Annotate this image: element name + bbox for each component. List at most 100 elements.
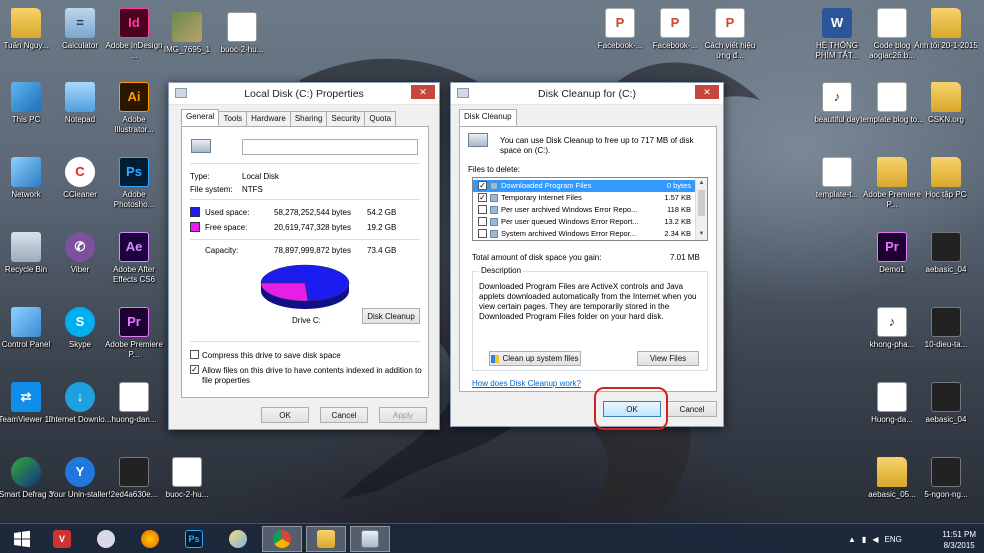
divider	[190, 163, 420, 164]
vid-icon	[119, 457, 149, 487]
cleanup-drive-icon	[468, 133, 488, 147]
desktop-icon[interactable]: aebasic_04	[914, 232, 978, 275]
windows-icon	[14, 530, 30, 548]
files-list[interactable]: ✓ Downloaded Program Files 0 bytes ✓ Tempora…	[472, 177, 708, 241]
ps-icon: Ps	[119, 157, 149, 187]
clean-up-system-files-button[interactable]: Clean up system files	[489, 351, 581, 366]
desktop-icon[interactable]: huong-dan...	[102, 382, 166, 425]
file-type-icon	[490, 218, 498, 226]
desktop-icon-label: Adobe Premiere P...	[105, 340, 163, 359]
file-row[interactable]: ✓ Downloaded Program Files 0 bytes	[473, 180, 695, 192]
note-icon	[65, 82, 95, 112]
properties-titlebar[interactable]: Local Disk (C:) Properties ✕	[169, 83, 439, 105]
tab-tools[interactable]: Tools	[218, 111, 248, 126]
photo-icon	[172, 12, 202, 42]
file-checkbox[interactable]	[478, 217, 487, 226]
cleanup-titlebar[interactable]: Disk Cleanup for (C:) ✕	[451, 83, 723, 105]
ok-button[interactable]: OK	[261, 407, 309, 423]
file-name: Temporary Internet Files	[501, 193, 582, 202]
desktop-icon[interactable]: Ai Adobe Illustrator...	[102, 82, 166, 135]
desktop-icon[interactable]: P Cách viết hiệu ứng đ...	[698, 8, 762, 61]
cancel-button[interactable]: Cancel	[667, 401, 717, 417]
desktop-icon[interactable]: buoc-2-hu...	[155, 457, 219, 500]
tab-security[interactable]: Security	[326, 111, 366, 126]
cancel-button[interactable]: Cancel	[320, 407, 368, 423]
fs-label: File system:	[190, 185, 233, 194]
tab-quota[interactable]: Quota	[364, 111, 397, 126]
desktop-icon[interactable]: buoc-2-hu...	[210, 12, 274, 55]
close-icon[interactable]: ✕	[695, 85, 719, 99]
desktop-icon[interactable]: CSKN.org	[914, 82, 978, 125]
scroll-down-icon[interactable]: ▼	[696, 229, 707, 240]
tab-general[interactable]: General	[181, 109, 220, 126]
taskbar-paint[interactable]	[218, 526, 258, 552]
network-icon[interactable]: ▮	[862, 535, 866, 544]
pc-icon	[11, 82, 41, 112]
mp3-icon: ♪	[822, 82, 852, 112]
taskbar-unikey[interactable]: V	[42, 526, 82, 552]
folder-icon	[11, 8, 41, 38]
files-scrollbar[interactable]: ▲ ▼	[695, 178, 707, 240]
start-button[interactable]	[2, 526, 42, 552]
file-checkbox[interactable]: ✓	[478, 181, 487, 190]
tv-icon: ⇄	[11, 382, 41, 412]
description-group: Description Downloaded Program Files are…	[472, 266, 708, 371]
desktop-icon[interactable]: aebasic_04	[914, 382, 978, 425]
taskbar-explorer[interactable]	[306, 526, 346, 552]
tab-hardware[interactable]: Hardware	[246, 111, 291, 126]
divider	[190, 199, 420, 200]
desktop-icon-label: Adobe After Effects CS6	[112, 265, 156, 284]
capacity-gb: 73.4 GB	[367, 246, 397, 255]
desktop-icon-label: Học tập PC	[925, 190, 967, 199]
desktop-icon[interactable]: Ps Adobe Photosho...	[102, 157, 166, 210]
file-row[interactable]: ✓ Temporary Internet Files 1.57 KB	[473, 192, 695, 204]
disk-cleanup-button[interactable]: Disk Cleanup	[362, 308, 420, 324]
used-swatch	[190, 207, 200, 217]
taskbar-firefox[interactable]	[130, 526, 170, 552]
desktop-icon[interactable]: Pr Adobe Premiere P...	[102, 307, 166, 360]
description-text: Downloaded Program Files are ActiveX con…	[479, 282, 697, 321]
file-row[interactable]: System archived Windows Error Repor... 2.…	[473, 228, 695, 240]
close-icon[interactable]: ✕	[411, 85, 435, 99]
view-files-button[interactable]: View Files	[637, 351, 699, 366]
ppt-icon: P	[605, 8, 635, 38]
file-size: 118 KB	[666, 205, 691, 214]
bin-icon	[11, 232, 41, 262]
taskbar-disk-cleanup[interactable]	[350, 526, 390, 552]
volume-icon[interactable]: ◀	[872, 535, 878, 544]
tab-disk-cleanup[interactable]: Disk Cleanup	[459, 109, 517, 126]
how-cleanup-works-link[interactable]: How does Disk Cleanup work?	[472, 379, 581, 388]
file-size: 13.2 KB	[664, 217, 691, 226]
file-checkbox[interactable]	[478, 229, 487, 238]
apply-button[interactable]: Apply	[379, 407, 427, 423]
photoshop-icon: Ps	[185, 530, 203, 548]
drive-name-input[interactable]	[242, 139, 418, 155]
taskbar-photoshop[interactable]: Ps	[174, 526, 214, 552]
cleanup-title: Disk Cleanup for (C:)	[537, 88, 637, 100]
desktop-icon[interactable]: 10-dieu-ta...	[914, 307, 978, 350]
file-checkbox[interactable]	[478, 205, 487, 214]
taskbar-app-2[interactable]	[86, 526, 126, 552]
compress-checkbox[interactable]	[190, 350, 199, 359]
properties-tabs: General Tools Hardware Sharing Security …	[181, 109, 397, 126]
cleanup-panel: You can use Disk Cleanup to free up to 7…	[459, 126, 717, 392]
scroll-up-icon[interactable]: ▲	[696, 178, 707, 189]
tray-up-arrow-icon[interactable]: ▲	[848, 535, 856, 544]
taskbar-chrome[interactable]	[262, 526, 302, 552]
desktop-icon[interactable]: Ảnh tối 20-1-2015	[914, 8, 978, 51]
language-indicator[interactable]: ENG	[884, 535, 901, 544]
file-size: 0 bytes	[666, 181, 691, 190]
file-row[interactable]: Per user queued Windows Error Report... 1…	[473, 216, 695, 228]
desktop-icon[interactable]: 5-ngon-ng...	[914, 457, 978, 500]
desktop-icon-label: aebasic_04	[925, 265, 967, 274]
file-checkbox[interactable]: ✓	[478, 193, 487, 202]
clock[interactable]: 11:51 PM 8/3/2015	[942, 529, 976, 551]
tab-sharing[interactable]: Sharing	[289, 111, 328, 126]
scroll-thumb[interactable]	[698, 190, 705, 216]
index-checkbox[interactable]: ✓	[190, 365, 199, 374]
doc-icon	[877, 8, 907, 38]
file-row[interactable]: Per user archived Windows Error Repo... 1…	[473, 204, 695, 216]
ppt-icon: P	[660, 8, 690, 38]
desktop-icon[interactable]: Ae Adobe After Effects CS6	[102, 232, 166, 285]
desktop-icon[interactable]: Học tập PC	[914, 157, 978, 200]
